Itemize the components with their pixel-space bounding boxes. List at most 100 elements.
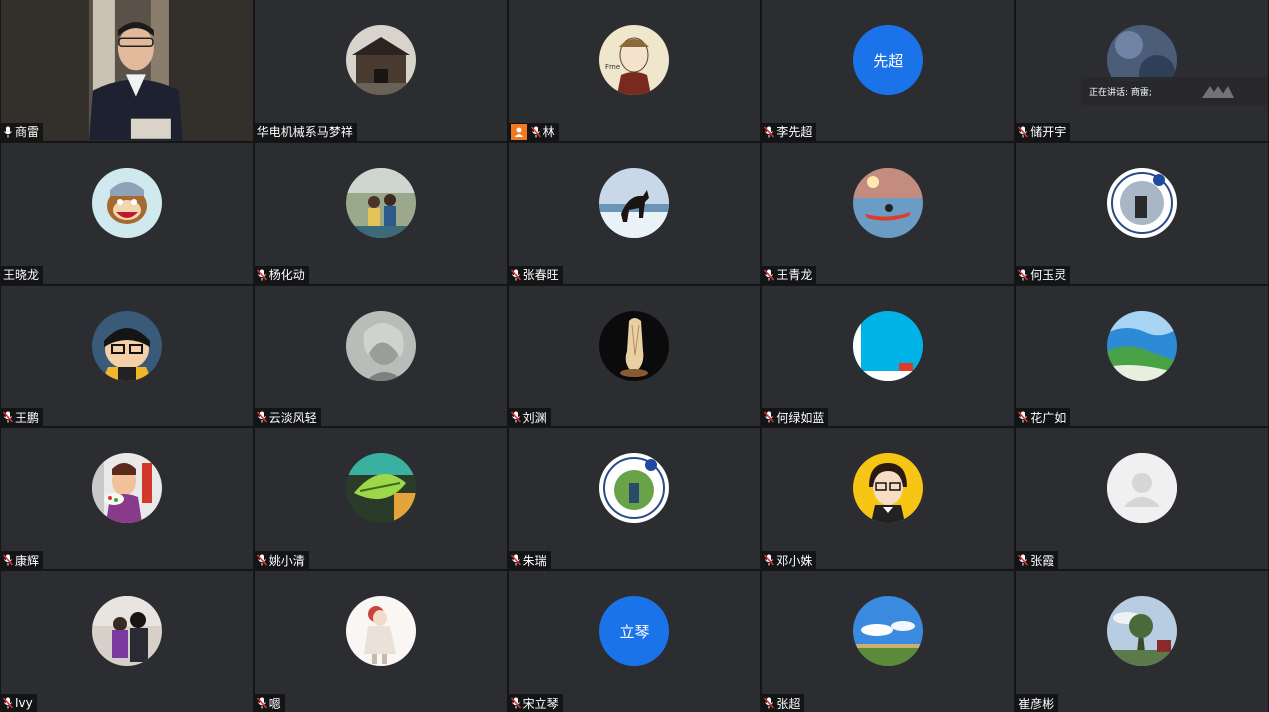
- avatar: [1107, 310, 1178, 381]
- avatar: 立琴: [599, 596, 670, 667]
- microphone-muted-icon: [764, 411, 775, 423]
- participant-tile[interactable]: 王青龙: [762, 142, 1015, 284]
- participant-nameplate: 崔彦彬: [1016, 694, 1059, 712]
- participant-nameplate: 花广如: [1016, 408, 1071, 427]
- avatar: [345, 453, 416, 524]
- participant-tile[interactable]: 储开宇: [1016, 0, 1268, 141]
- avatar: [91, 167, 162, 238]
- participant-nameplate: 林: [508, 122, 559, 141]
- participant-tile[interactable]: 王鹏: [1, 285, 253, 427]
- microphone-muted-icon: [3, 697, 13, 709]
- participant-nameplate: 何绿如蓝: [762, 408, 829, 427]
- participant-nameplate: 康辉: [1, 551, 44, 570]
- participant-tile[interactable]: Ivy: [1, 571, 253, 712]
- participant-name: 朱瑞: [522, 553, 547, 568]
- participant-tile[interactable]: 华电机械系马梦祥: [254, 0, 507, 141]
- avatar-initials: 先超: [873, 51, 904, 70]
- microphone-muted-icon: [530, 126, 541, 138]
- participant-tile[interactable]: 崔彦彬: [1016, 571, 1268, 712]
- speaking-text: 正在讲话: 商雷;: [1089, 87, 1152, 98]
- avatar: [345, 167, 416, 238]
- host-user-icon: [510, 123, 527, 140]
- participant-nameplate: 王鹏: [1, 408, 44, 427]
- microphone-muted-icon: [1018, 554, 1029, 566]
- avatar: [853, 167, 924, 238]
- participant-grid: 商雷 华电机械系马梦祥 Fme 林先超 李先超 储开宇 王晓龙 杨化动 张春旺 王青龙 何玉灵 王鹏…: [0, 0, 1269, 712]
- microphone-muted-icon: [764, 697, 775, 709]
- microphone-muted-icon: [3, 411, 13, 423]
- avatar: [345, 310, 416, 381]
- participant-name: 张春旺: [522, 268, 559, 283]
- participant-nameplate: 张超: [762, 694, 805, 712]
- logo-watermark-icon: [1201, 86, 1234, 98]
- participant-name: 姚小清: [268, 553, 305, 568]
- microphone-muted-icon: [510, 697, 521, 709]
- participant-nameplate: 华电机械系马梦祥: [254, 122, 357, 141]
- participant-tile[interactable]: 先超李先超: [762, 0, 1015, 141]
- participant-name: 云淡风轻: [268, 410, 317, 425]
- participant-name: 崔彦彬: [1018, 696, 1055, 711]
- avatar-initials: 立琴: [619, 622, 650, 641]
- microphone-muted-icon: [510, 411, 521, 423]
- participant-tile[interactable]: 张霞: [1016, 428, 1268, 570]
- participant-name: 杨化动: [268, 268, 305, 283]
- participant-nameplate: 云淡风轻: [254, 408, 321, 427]
- participant-tile[interactable]: 张超: [762, 571, 1015, 712]
- microphone-muted-icon: [256, 697, 267, 709]
- avatar: [1107, 167, 1178, 238]
- participant-name: 王晓龙: [3, 268, 40, 283]
- participant-tile[interactable]: 姚小清: [254, 428, 507, 570]
- participant-nameplate: 储开宇: [1016, 122, 1071, 141]
- participant-nameplate: 姚小清: [254, 551, 309, 570]
- participant-nameplate: 张春旺: [508, 265, 563, 284]
- avatar: 先超: [853, 25, 924, 95]
- participant-name: 刘渊: [522, 410, 547, 425]
- participant-tile[interactable]: 朱瑞: [508, 428, 761, 570]
- microphone-muted-icon: [510, 269, 521, 281]
- avatar: [853, 596, 924, 667]
- avatar: [599, 310, 670, 381]
- participant-tile[interactable]: 立琴 宋立琴: [508, 571, 761, 712]
- participant-tile[interactable]: 邓小姝: [762, 428, 1015, 570]
- participant-tile[interactable]: 花广如: [1016, 285, 1268, 427]
- participant-tile[interactable]: 刘渊: [508, 285, 761, 427]
- participant-name: 商雷: [15, 125, 40, 140]
- participant-tile[interactable]: 云淡风轻: [254, 285, 507, 427]
- participant-name: 何玉灵: [1030, 268, 1067, 283]
- participant-nameplate: 李先超: [762, 122, 817, 141]
- participant-tile[interactable]: 王晓龙: [1, 142, 253, 284]
- participant-tile[interactable]: 何绿如蓝: [762, 285, 1015, 427]
- participant-nameplate: Ivy: [1, 694, 37, 712]
- participant-nameplate: 朱瑞: [508, 551, 551, 570]
- participant-tile[interactable]: 何玉灵: [1016, 142, 1268, 284]
- participant-tile[interactable]: 嗯: [254, 571, 507, 712]
- participant-tile[interactable]: Fme 林: [508, 0, 761, 141]
- participant-name: 王青龙: [776, 268, 813, 283]
- avatar: [853, 453, 924, 524]
- participant-nameplate: 王晓龙: [1, 265, 44, 284]
- participant-tile[interactable]: 杨化动: [254, 142, 507, 284]
- participant-name: Ivy: [15, 696, 33, 710]
- participant-name: 花广如: [1030, 410, 1067, 425]
- microphone-muted-icon: [256, 269, 267, 281]
- participant-nameplate: 张霞: [1016, 551, 1059, 570]
- svg-text:Fme: Fme: [605, 63, 620, 71]
- participant-nameplate: 杨化动: [254, 265, 309, 284]
- microphone-muted-icon: [764, 126, 775, 138]
- avatar: [599, 167, 670, 238]
- participant-nameplate: 邓小姝: [762, 551, 817, 570]
- participant-nameplate: 刘渊: [508, 408, 551, 427]
- avatar: [91, 453, 162, 524]
- avatar: [345, 25, 416, 95]
- video-feed: [1, 0, 253, 141]
- participant-name: 华电机械系马梦祥: [256, 125, 353, 140]
- participant-name: 王鹏: [15, 410, 40, 425]
- participant-tile[interactable]: 商雷: [1, 0, 253, 141]
- microphone-muted-icon: [256, 411, 267, 423]
- avatar: [91, 596, 162, 667]
- avatar: Fme: [599, 25, 670, 95]
- participant-tile[interactable]: 康辉: [1, 428, 253, 570]
- avatar: [853, 310, 924, 381]
- participant-tile[interactable]: 张春旺: [508, 142, 761, 284]
- participant-nameplate: 嗯: [254, 694, 285, 712]
